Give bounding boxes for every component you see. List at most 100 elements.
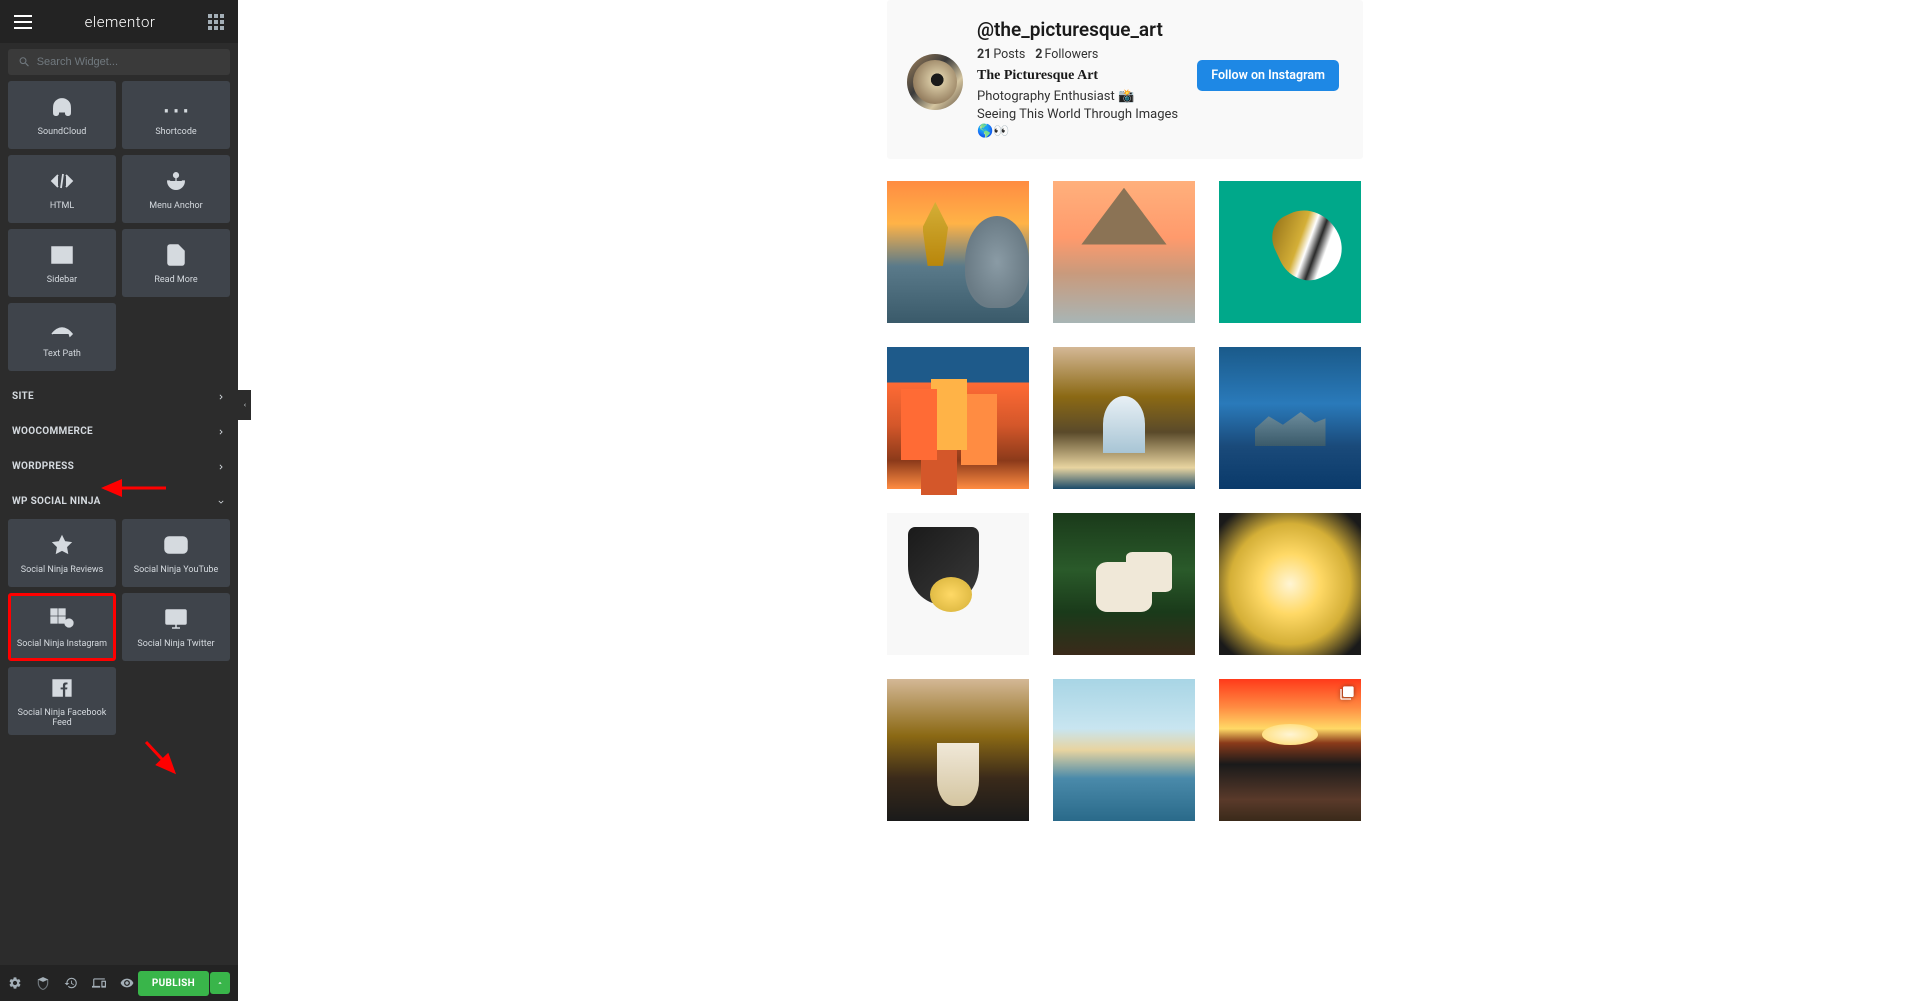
history-icon[interactable] <box>64 976 78 990</box>
widget-label: Social Ninja YouTube <box>130 565 223 575</box>
profile-stats: 21Posts 2Followers <box>977 47 1185 62</box>
sidebar-scroll[interactable]: SoundCloud [...] Shortcode HTML Menu Anc… <box>0 81 238 965</box>
bio-line: Photography Enthusiast 📸 <box>977 88 1185 106</box>
widget-soundcloud[interactable]: SoundCloud <box>8 81 116 149</box>
category-label: WP SOCIAL NINJA <box>12 496 101 507</box>
widget-label: Read More <box>150 275 201 285</box>
instagram-feed-grid <box>887 181 1363 821</box>
widget-label: SoundCloud <box>34 127 91 137</box>
profile-bio: Photography Enthusiast 📸 Seeing This Wor… <box>977 88 1185 141</box>
category-label: SITE <box>12 391 34 402</box>
feed-post[interactable] <box>1219 347 1361 489</box>
star-icon <box>48 531 76 559</box>
posts-count: 21 <box>977 47 991 62</box>
textpath-icon <box>48 315 76 343</box>
feed-post[interactable] <box>1053 347 1195 489</box>
followers-label: Followers <box>1044 47 1098 62</box>
youtube-icon <box>162 531 190 559</box>
panel-collapse-toggle[interactable] <box>238 390 251 420</box>
widget-label: Social Ninja Reviews <box>17 565 108 575</box>
widget-social-ninja-youtube[interactable]: Social Ninja YouTube <box>122 519 230 587</box>
category-label: WORDPRESS <box>12 461 74 472</box>
chevron-down-icon <box>216 497 226 507</box>
anchor-icon <box>162 167 190 195</box>
search-wrap <box>0 43 238 81</box>
instagram-feed-widget: @the_picturesque_art 21Posts 2Followers T… <box>887 0 1363 821</box>
widget-html[interactable]: HTML <box>8 155 116 223</box>
widget-grid-social: Social Ninja Reviews Social Ninja YouTub… <box>8 519 230 735</box>
widget-menu-anchor[interactable]: Menu Anchor <box>122 155 230 223</box>
feed-post[interactable] <box>887 513 1029 655</box>
carousel-icon <box>1339 685 1355 701</box>
feed-post[interactable] <box>1219 181 1361 323</box>
widget-grid-general: SoundCloud [...] Shortcode HTML Menu Anc… <box>8 81 230 371</box>
widget-social-ninja-reviews[interactable]: Social Ninja Reviews <box>8 519 116 587</box>
widget-social-ninja-instagram[interactable]: Social Ninja Instagram <box>8 593 116 661</box>
profile-avatar[interactable] <box>907 54 963 110</box>
sidebar-icon <box>48 241 76 269</box>
chevron-right-icon <box>216 427 226 437</box>
widget-label: Social Ninja Instagram <box>13 639 111 649</box>
instagram-grid-icon <box>48 605 76 633</box>
page-icon <box>162 241 190 269</box>
widget-label: Social Ninja Twitter <box>133 639 218 649</box>
elementor-sidebar: elementor SoundCloud [...] Shortcode HTM… <box>0 0 238 1001</box>
follow-instagram-button[interactable]: Follow on Instagram <box>1197 60 1339 91</box>
footer-icons <box>8 976 134 990</box>
feed-post[interactable] <box>1053 181 1195 323</box>
settings-gear-icon[interactable] <box>8 976 22 990</box>
bio-line: 🌎👀 <box>977 123 1185 141</box>
chevron-right-icon <box>216 462 226 472</box>
preview-eye-icon[interactable] <box>120 976 134 990</box>
feed-post[interactable] <box>1053 679 1195 821</box>
navigator-icon[interactable] <box>36 976 50 990</box>
followers-count: 2 <box>1035 47 1042 62</box>
widget-social-ninja-facebook[interactable]: Social Ninja Facebook Feed <box>8 667 116 735</box>
publish-button[interactable]: PUBLISH <box>138 971 209 996</box>
widget-read-more[interactable]: Read More <box>122 229 230 297</box>
posts-label: Posts <box>993 47 1025 62</box>
facebook-icon <box>48 674 76 702</box>
widget-shortcode[interactable]: [...] Shortcode <box>122 81 230 149</box>
widget-label: Sidebar <box>43 275 81 285</box>
category-wp-social-ninja[interactable]: WP SOCIAL NINJA <box>8 484 230 519</box>
feed-post[interactable] <box>887 679 1029 821</box>
widget-sidebar[interactable]: Sidebar <box>8 229 116 297</box>
feed-post[interactable] <box>887 181 1029 323</box>
profile-display-name: The Picturesque Art <box>977 68 1185 84</box>
widget-label: HTML <box>46 201 78 211</box>
responsive-icon[interactable] <box>92 976 106 990</box>
headphones-icon <box>48 93 76 121</box>
code-icon <box>48 167 76 195</box>
chevron-right-icon <box>216 392 226 402</box>
category-woocommerce[interactable]: WOOCOMMERCE <box>8 414 230 449</box>
publish-options-caret[interactable] <box>210 972 230 994</box>
widget-label: Social Ninja Facebook Feed <box>8 708 116 728</box>
apps-grid-icon[interactable] <box>208 14 224 30</box>
sidebar-header: elementor <box>0 0 238 43</box>
instagram-profile-header: @the_picturesque_art 21Posts 2Followers T… <box>887 0 1363 159</box>
search-box[interactable] <box>8 49 230 75</box>
widget-text-path[interactable]: Text Path <box>8 303 116 371</box>
category-site[interactable]: SITE <box>8 379 230 414</box>
elementor-logo: elementor <box>85 13 156 31</box>
feed-post[interactable] <box>1053 513 1195 655</box>
widget-label: Menu Anchor <box>145 201 207 211</box>
category-wordpress[interactable]: WORDPRESS <box>8 449 230 484</box>
twitter-monitor-icon <box>162 605 190 633</box>
svg-text:[...]: [...] <box>162 99 190 115</box>
menu-hamburger-icon[interactable] <box>14 15 32 29</box>
bio-line: Seeing This World Through Images <box>977 106 1185 124</box>
widget-label: Shortcode <box>151 127 200 137</box>
feed-post[interactable] <box>1219 513 1361 655</box>
feed-post[interactable] <box>1219 679 1361 821</box>
category-label: WOOCOMMERCE <box>12 426 93 437</box>
profile-info: @the_picturesque_art 21Posts 2Followers T… <box>977 18 1185 141</box>
widget-label: Text Path <box>39 349 85 359</box>
profile-handle[interactable]: @the_picturesque_art <box>977 18 1185 41</box>
feed-post[interactable] <box>887 347 1029 489</box>
brackets-icon: [...] <box>162 93 190 121</box>
editor-canvas: @the_picturesque_art 21Posts 2Followers T… <box>251 0 1906 1001</box>
widget-social-ninja-twitter[interactable]: Social Ninja Twitter <box>122 593 230 661</box>
search-input[interactable] <box>37 56 220 68</box>
